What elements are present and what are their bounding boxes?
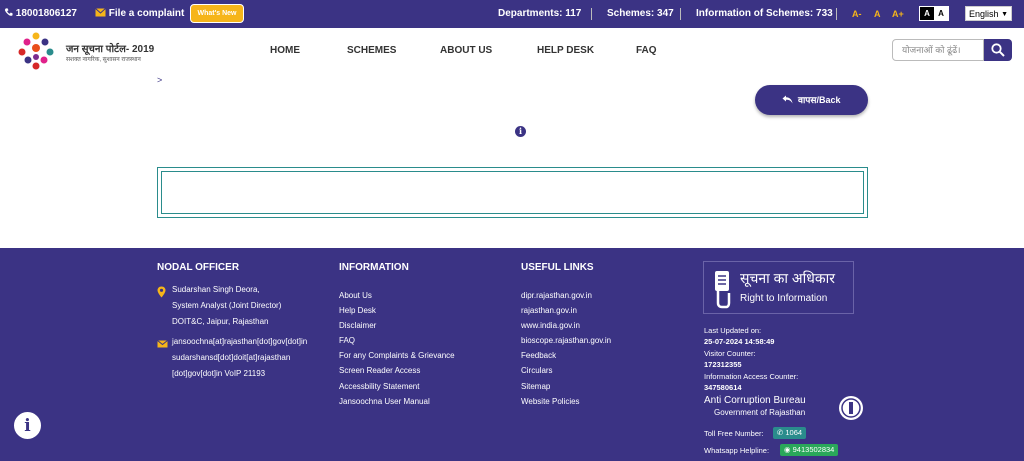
toll-free-badge[interactable]: ✆ 1064 xyxy=(773,427,807,439)
floating-info-button[interactable]: i xyxy=(12,410,43,441)
back-button[interactable]: वापस/Back xyxy=(755,85,868,115)
footer-link-dipr[interactable]: dipr.rajasthan.gov.in xyxy=(521,291,592,300)
nav-schemes[interactable]: SCHEMES xyxy=(347,28,396,74)
content-box-inner xyxy=(161,171,864,214)
footer-link-screen-reader[interactable]: Screen Reader Access xyxy=(339,366,420,375)
back-arrow-icon xyxy=(782,95,793,104)
logo-subtitle: सशक्त नागरिक, सुशासन राजस्थान xyxy=(66,57,141,63)
nodal-designation: System Analyst (Joint Director) xyxy=(172,301,282,310)
whatsapp-badge[interactable]: ◉ 9413502834 xyxy=(780,444,839,456)
footer-link-faq[interactable]: FAQ xyxy=(339,336,355,345)
content-box xyxy=(157,167,868,218)
divider xyxy=(836,8,837,20)
footer-link-user-manual[interactable]: Jansoochna User Manual xyxy=(339,397,430,406)
nodal-email-line[interactable]: jansoochna[at]rajasthan[dot]gov[dot]in xyxy=(172,334,307,350)
footer-link-website-policies[interactable]: Website Policies xyxy=(521,397,580,406)
access-counter-value: 347580614 xyxy=(704,383,742,392)
phone-icon: ✆ xyxy=(777,428,784,437)
nodal-email-line[interactable]: [dot]gov[dot]in VoIP 21193 xyxy=(172,366,265,382)
visitor-counter-label: Visitor Counter: xyxy=(704,349,756,358)
nav-faq[interactable]: FAQ xyxy=(636,28,657,74)
nodal-office: DOIT&C, Jaipur, Rajasthan xyxy=(172,317,269,326)
envelope-icon xyxy=(95,8,106,17)
toll-free-number: 1064 xyxy=(785,428,803,437)
access-counter-label: Information Access Counter: xyxy=(704,372,799,381)
nav-home[interactable]: HOME xyxy=(270,28,300,74)
dark-contrast-button[interactable]: A xyxy=(920,7,934,20)
phone-icon xyxy=(4,8,13,16)
logo-title: जन सूचना पोर्टल- 2019 xyxy=(66,44,155,55)
footer-link-india[interactable]: www.india.gov.in xyxy=(521,321,580,330)
information-heading: INFORMATION xyxy=(339,262,409,273)
departments-count[interactable]: Departments: 117 xyxy=(498,0,581,28)
nodal-email-line[interactable]: sudarshansd[dot]doit[at]rajasthan xyxy=(172,350,290,366)
schemes-count[interactable]: Schemes: 347 xyxy=(607,0,674,28)
font-increase-button[interactable]: A+ xyxy=(892,0,904,28)
light-contrast-button[interactable]: A xyxy=(934,7,948,20)
complaint-link[interactable]: File a complaint xyxy=(95,0,184,28)
rti-english-title: Right to Information xyxy=(740,293,828,304)
complaint-label: File a complaint xyxy=(108,8,185,19)
last-updated-value: 25-07-2024 14:58:49 xyxy=(704,337,775,346)
acb-title: Anti Corruption Bureau xyxy=(704,395,806,406)
footer-link-bioscope[interactable]: bioscope.rajasthan.gov.in xyxy=(521,336,611,345)
footer-link-accessibility[interactable]: Accessbility Statement xyxy=(339,382,419,391)
nodal-officer-heading: NODAL OFFICER xyxy=(157,262,240,273)
whatsapp-number: 9413502834 xyxy=(792,445,835,454)
font-decrease-button[interactable]: A- xyxy=(852,0,862,28)
location-icon xyxy=(157,286,166,298)
footer-link-complaints[interactable]: For any Complaints & Grievance xyxy=(339,351,455,360)
main-content: > वापस/Back i xyxy=(0,74,1024,248)
nav-about-us[interactable]: ABOUT US xyxy=(440,28,492,74)
footer-link-sitemap[interactable]: Sitemap xyxy=(521,382,550,391)
divider xyxy=(680,8,681,20)
acb-emblem-icon xyxy=(839,396,863,420)
rti-document-icon xyxy=(715,271,731,309)
jansoochna-logo[interactable] xyxy=(14,31,58,71)
search-icon xyxy=(991,43,1005,57)
divider xyxy=(591,8,592,20)
nav-help-desk[interactable]: HELP DESK xyxy=(537,28,594,74)
info-icon: i xyxy=(24,416,31,436)
top-bar: 18001806127 File a complaint What's New … xyxy=(0,0,1024,28)
back-label: वापस/Back xyxy=(797,95,841,105)
footer-link-about-us[interactable]: About Us xyxy=(339,291,372,300)
useful-links-heading: USEFUL LINKS xyxy=(521,262,594,273)
phone-link[interactable]: 18001806127 xyxy=(4,0,77,28)
footer-link-feedback[interactable]: Feedback xyxy=(521,351,556,360)
rti-banner[interactable]: सूचना का अधिकार Right to Information xyxy=(703,261,854,314)
footer-link-help-desk[interactable]: Help Desk xyxy=(339,306,376,315)
nodal-name: Sudarshan Singh Deora, xyxy=(172,285,260,294)
info-icon: i xyxy=(515,126,526,137)
whatsapp-icon: ◉ xyxy=(784,445,791,454)
visitor-counter-value: 172312355 xyxy=(704,360,742,369)
acb-subtitle: Government of Rajasthan xyxy=(714,408,806,417)
search-button[interactable] xyxy=(984,39,1012,61)
envelope-icon xyxy=(157,340,168,348)
breadcrumb[interactable]: > xyxy=(157,75,162,85)
rti-hindi-title: सूचना का अधिकार xyxy=(740,270,835,286)
footer-link-circulars[interactable]: Circulars xyxy=(521,366,553,375)
whatsapp-label: Whatsapp Helpline: xyxy=(704,446,770,455)
language-select[interactable]: English ▼ xyxy=(965,6,1012,21)
language-value: English xyxy=(969,9,999,19)
site-footer: NODAL OFFICER Sudarshan Singh Deora, Sys… xyxy=(0,248,1024,461)
phone-number: 18001806127 xyxy=(15,8,77,19)
toll-free-label: Toll Free Number: xyxy=(704,429,764,438)
site-header: जन सूचना पोर्टल- 2019 सशक्त नागरिक, सुशा… xyxy=(0,28,1024,74)
last-updated-label: Last Updated on: xyxy=(704,326,762,335)
footer-link-disclaimer[interactable]: Disclaimer xyxy=(339,321,376,330)
font-normal-button[interactable]: A xyxy=(874,0,881,28)
footer-link-rajasthan[interactable]: rajasthan.gov.in xyxy=(521,306,577,315)
chevron-down-icon: ▼ xyxy=(1001,11,1008,18)
search-input[interactable]: योजनाओं को ढूंढें। xyxy=(892,39,984,61)
info-schemes-count[interactable]: Information of Schemes: 733 xyxy=(696,0,833,28)
whats-new-button[interactable]: What's New xyxy=(190,4,244,23)
contrast-toggle[interactable]: A A xyxy=(919,6,949,21)
